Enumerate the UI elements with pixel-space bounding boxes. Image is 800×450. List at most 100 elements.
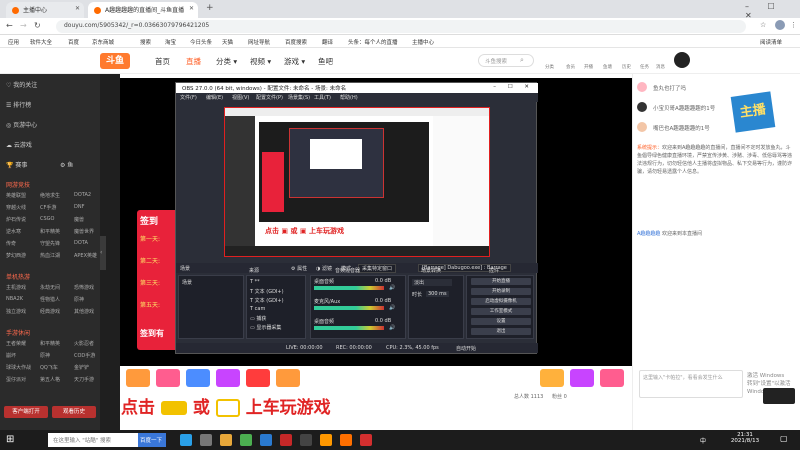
sidebar-item-ranking[interactable]: ☰ 排行榜 [6, 100, 31, 109]
back-icon[interactable]: ← [6, 21, 13, 30]
obs-icon[interactable] [300, 434, 312, 446]
close-icon[interactable]: ✕ [189, 5, 194, 12]
reading-list[interactable]: 阅读清单 [760, 38, 782, 46]
taskbar-search-input[interactable]: 在这里输入 "站酷" 搜索 [48, 433, 138, 447]
category-link[interactable]: 原神 [40, 352, 50, 359]
category-link[interactable]: 天刀手游 [74, 376, 94, 383]
source-item[interactable]: T cam [250, 306, 265, 312]
category-link[interactable]: 炉石传说 [6, 216, 26, 223]
obs-window[interactable]: OBS 27.0.0 (64 bit, windows) - 配置文件: 未命名… [175, 82, 538, 354]
header-link[interactable]: 会员 [566, 64, 575, 70]
obs-preview-canvas[interactable]: 点击 ▣ 或 ▣ 上车玩游戏 [224, 107, 490, 257]
forward-icon[interactable]: → [20, 21, 27, 30]
sidebar-item-cloudgame[interactable]: ☁ 云游戏 [6, 140, 32, 149]
category-link[interactable]: APEX英雄 [74, 252, 97, 259]
promo-badge[interactable]: 主播 [730, 91, 776, 133]
category-link[interactable]: 梦幻西游 [6, 252, 26, 259]
fan-avatar[interactable] [637, 102, 647, 112]
app-icon[interactable] [360, 434, 372, 446]
open-client-button[interactable]: 客户端打开 [4, 406, 48, 418]
window-controls[interactable]: – ☐ ✕ [493, 84, 534, 90]
source-item[interactable]: T 文本 (GDI+) [250, 288, 284, 295]
app-icon[interactable] [280, 434, 292, 446]
fan-avatar[interactable] [637, 82, 647, 92]
filters-button[interactable]: ◑ 滤镜 [316, 265, 332, 272]
nav-home[interactable]: 首页 [155, 56, 170, 67]
bookmark-item[interactable]: 网址导航 [248, 38, 270, 46]
capture-mode-select[interactable]: 采集特定窗口 [358, 264, 397, 273]
exit-button[interactable]: 退出 [471, 328, 531, 335]
settings-button[interactable]: 设置 [471, 318, 531, 325]
source-item[interactable]: T ** [250, 279, 260, 285]
category-link[interactable]: 独立游戏 [6, 308, 26, 315]
menu-item[interactable]: 帮助(H) [340, 94, 358, 101]
bookmark-item[interactable]: 软件大全 [30, 38, 52, 46]
start-streaming-button[interactable]: 开始直播 [471, 278, 531, 285]
app-icon[interactable] [260, 434, 272, 446]
gift-item[interactable] [216, 369, 240, 387]
header-link[interactable]: 开播 [584, 64, 593, 70]
app-icon[interactable] [340, 434, 352, 446]
chat-input[interactable]: 这里输入"卡帕拉"，看看会发生什么 [639, 370, 743, 398]
category-link[interactable]: 火影忍者 [74, 340, 94, 347]
header-link[interactable]: 鱼塘 [603, 64, 612, 70]
category-link[interactable]: 绝地求生 [40, 192, 60, 199]
gift-item[interactable] [156, 369, 180, 387]
header-link[interactable]: 分类 [545, 64, 554, 70]
task-view-icon[interactable] [200, 434, 212, 446]
bookmark-item[interactable]: 主播中心 [412, 38, 434, 46]
search-input[interactable]: 斗鱼搜索 [478, 54, 534, 67]
gift-item[interactable] [126, 369, 150, 387]
category-link[interactable]: 王者荣耀 [6, 340, 26, 347]
header-link[interactable]: 消息 [656, 64, 665, 70]
category-link[interactable]: 怪物猎人 [40, 296, 60, 303]
menu-item[interactable]: 编辑(E) [206, 94, 223, 101]
game-logo[interactable] [763, 388, 795, 404]
gift-item[interactable] [246, 369, 270, 387]
category-link[interactable]: 其他游戏 [74, 308, 94, 315]
scene-item[interactable]: 场景 [182, 279, 192, 286]
edge-icon[interactable] [180, 434, 192, 446]
menu-icon[interactable]: ⋮ [790, 21, 797, 29]
reload-icon[interactable]: ↻ [34, 21, 41, 30]
menu-item[interactable]: 配置文件(P) [256, 94, 283, 101]
start-recording-button[interactable]: 开始录制 [471, 288, 531, 295]
file-explorer-icon[interactable] [220, 434, 232, 446]
bookmark-item[interactable]: 搜索 [140, 38, 151, 46]
source-item[interactable]: T 文本 (GDI+) [250, 297, 284, 304]
bookmark-item[interactable]: 天猫 [222, 38, 233, 46]
chrome-icon[interactable] [240, 434, 252, 446]
category-link[interactable]: 和平精英 [40, 228, 60, 235]
category-link[interactable]: DNF [74, 204, 84, 210]
category-link[interactable]: 第五人格 [40, 376, 60, 383]
douyu-logo[interactable]: 斗鱼 [100, 53, 130, 69]
app-icon[interactable] [320, 434, 332, 446]
duration-input[interactable]: 300 ms [426, 291, 449, 297]
source-item[interactable]: ▭ 显示器采集 [250, 324, 281, 331]
category-link[interactable]: QQ飞车 [40, 364, 58, 371]
category-link[interactable]: 英雄联盟 [6, 192, 26, 199]
sidebar-icon-fish[interactable]: ⚙ 鱼 [60, 160, 73, 169]
category-link[interactable]: 穿越火线 [6, 204, 26, 211]
bookmark-item[interactable]: 京东商城 [92, 38, 114, 46]
sidebar-item-esports[interactable]: 🏆 赛事 [6, 160, 27, 169]
category-link[interactable]: 蛋仔派对 [6, 376, 26, 383]
gift-item[interactable] [600, 369, 624, 387]
transition-select[interactable]: 淡出 [412, 279, 452, 286]
sidebar-item-pagegame[interactable]: ◎ 页游中心 [6, 120, 37, 129]
menu-item[interactable]: 场景集(S) [288, 94, 310, 101]
menu-item[interactable]: 视图(V) [232, 94, 249, 101]
gift-item[interactable] [570, 369, 594, 387]
bookmark-item[interactable]: 今日头条 [190, 38, 212, 46]
category-link[interactable]: 主机游戏 [6, 284, 26, 291]
nav-video[interactable]: 视频 ▾ [250, 56, 271, 67]
category-link[interactable]: 恐怖游戏 [74, 284, 94, 291]
new-tab-icon[interactable]: + [206, 3, 214, 13]
url-input[interactable]: douyu.com/5905342/_r=0.03663079796421205 [56, 20, 746, 33]
category-link[interactable]: 逆水寒 [6, 228, 21, 235]
category-link[interactable]: 魔兽 [74, 216, 84, 223]
bookmark-item[interactable]: 百度 [68, 38, 79, 46]
category-link[interactable]: DOTA2 [74, 192, 91, 198]
category-link[interactable]: 魔兽世界 [74, 228, 94, 235]
taskbar-search-button[interactable]: 百度一下 [138, 433, 166, 447]
